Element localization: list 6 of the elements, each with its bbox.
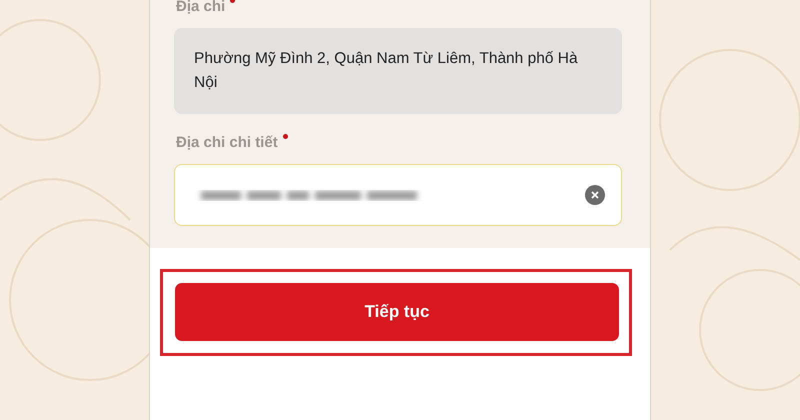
field-label: Địa chi chi tiết <box>176 133 278 153</box>
continue-button[interactable]: Tiếp tục <box>175 283 619 341</box>
address-field: Phường Mỹ Đình 2, Quận Nam Từ Liêm, Thành phố Hà Nội <box>174 28 622 114</box>
field-label: Địa chi <box>176 0 226 17</box>
clear-icon[interactable] <box>585 185 605 205</box>
detail-address-field[interactable] <box>174 164 622 226</box>
